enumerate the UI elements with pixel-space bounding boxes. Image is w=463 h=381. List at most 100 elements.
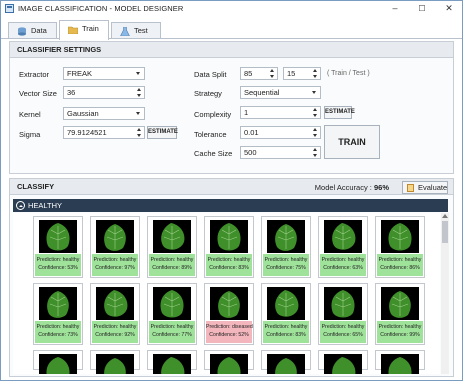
confidence-text: Confidence: 99% (380, 332, 420, 338)
prediction-label: Prediction: healthy Confidence: 86% (377, 254, 423, 276)
leaf-card[interactable] (147, 350, 197, 374)
strategy-select[interactable]: Sequential (240, 86, 321, 99)
confidence-text: Confidence: 63% (323, 265, 363, 271)
tab-train[interactable]: Train (59, 20, 109, 40)
leaf-card[interactable]: Prediction: diseased Confidence: 52% (204, 283, 254, 345)
train-button[interactable]: TRAIN (324, 125, 380, 159)
tolerance-stepper[interactable]: 0.01 (240, 126, 321, 139)
confidence-text: Confidence: 86% (380, 265, 420, 271)
sigma-label: Sigma (19, 130, 41, 139)
clipboard-icon (407, 184, 414, 192)
minimize-button[interactable]: – (385, 2, 405, 15)
leaf-card[interactable] (204, 350, 254, 374)
accuracy-label: Model Accuracy : (314, 183, 372, 192)
maximize-button[interactable]: ☐ (412, 2, 432, 15)
evaluate-button[interactable]: Evaluate (402, 181, 448, 194)
spinner-icon[interactable] (312, 128, 319, 137)
spinner-icon[interactable] (136, 88, 143, 97)
prediction-label: Prediction: healthy Confidence: 65% (320, 321, 366, 343)
tab-data[interactable]: Data (8, 22, 57, 39)
collapse-icon[interactable] (16, 201, 25, 210)
complexity-label: Complexity (194, 110, 232, 119)
leaf-card[interactable] (375, 350, 425, 374)
spinner-icon[interactable] (136, 128, 143, 137)
leaf-card[interactable] (261, 350, 311, 374)
classifier-settings-panel: CLASSIFIER SETTINGS Extractor FREAK Vect… (9, 41, 454, 174)
tolerance-label: Tolerance (194, 130, 227, 139)
scroll-up-icon[interactable] (442, 214, 448, 218)
database-icon (18, 27, 26, 36)
leaf-image (324, 287, 362, 320)
prediction-text: Prediction: healthy (36, 324, 80, 330)
complexity-estimate-button[interactable]: ESTIMATE (324, 106, 355, 119)
leaf-image (39, 354, 77, 374)
evaluate-label: Evaluate (418, 183, 448, 192)
chevron-down-icon (312, 91, 316, 94)
split-hint: ( Train / Test ) (327, 70, 370, 77)
leaf-image (267, 287, 305, 320)
leaf-card[interactable]: Prediction: healthy Confidence: 77% (147, 283, 197, 345)
leaf-card[interactable] (90, 350, 140, 374)
leaf-image (153, 354, 191, 374)
prediction-text: Prediction: healthy (207, 257, 251, 263)
scroll-thumb[interactable] (442, 221, 448, 243)
confidence-text: Confidence: 89% (152, 265, 192, 271)
leaf-card[interactable]: Prediction: healthy Confidence: 63% (318, 216, 368, 278)
accuracy-value: 96% (373, 183, 389, 192)
leaf-image (210, 287, 248, 320)
prediction-label: Prediction: healthy Confidence: 77% (149, 321, 195, 343)
leaf-card[interactable]: Prediction: healthy Confidence: 97% (90, 216, 140, 278)
confidence-text: Confidence: 92% (95, 332, 135, 338)
prediction-text: Prediction: healthy (321, 324, 365, 330)
test-split-stepper[interactable]: 15 (283, 67, 321, 80)
leaf-card[interactable]: Prediction: healthy Confidence: 75% (261, 216, 311, 278)
close-button[interactable]: ✕ (439, 2, 459, 15)
group-label: HEALTHY (28, 201, 63, 210)
kernel-value: Gaussian (67, 109, 99, 118)
train-split-value: 85 (244, 69, 253, 78)
cache-size-stepper[interactable]: 500 (240, 146, 321, 159)
tab-data-label: Data (31, 26, 47, 35)
leaf-image (39, 220, 77, 253)
classify-title: CLASSIFY (17, 182, 55, 191)
leaf-card[interactable]: Prediction: healthy Confidence: 83% (261, 283, 311, 345)
confidence-text: Confidence: 83% (266, 332, 306, 338)
chevron-down-icon (136, 112, 140, 115)
spinner-icon[interactable] (269, 69, 276, 78)
strategy-value: Sequential (244, 88, 280, 97)
sigma-stepper[interactable]: 79.9124521 (63, 126, 145, 139)
spinner-icon[interactable] (312, 69, 319, 78)
leaf-card[interactable]: Prediction: healthy Confidence: 92% (90, 283, 140, 345)
grid-scrollbar[interactable] (441, 213, 449, 374)
prediction-label: Prediction: healthy Confidence: 83% (206, 254, 252, 276)
leaf-card[interactable] (318, 350, 368, 374)
kernel-select[interactable]: Gaussian (63, 107, 145, 120)
spinner-icon[interactable] (312, 108, 319, 117)
prediction-label: Prediction: healthy Confidence: 73% (35, 321, 81, 343)
data-split-label: Data Split (194, 70, 227, 79)
extractor-value: FREAK (67, 69, 93, 78)
spinner-icon[interactable] (312, 148, 319, 157)
leaf-card[interactable]: Prediction: healthy Confidence: 86% (375, 216, 425, 278)
confidence-text: Confidence: 52% (209, 332, 249, 338)
extractor-select[interactable]: FREAK (63, 67, 145, 80)
leaf-card[interactable]: Prediction: healthy Confidence: 65% (318, 283, 368, 345)
model-accuracy: Model Accuracy : 96% (315, 183, 389, 192)
vector-size-stepper[interactable]: 36 (63, 86, 145, 99)
leaf-card[interactable]: Prediction: healthy Confidence: 99% (375, 283, 425, 345)
leaf-card[interactable]: Prediction: healthy Confidence: 89% (147, 216, 197, 278)
leaf-card[interactable]: Prediction: healthy Confidence: 53% (33, 216, 83, 278)
leaf-card[interactable] (33, 350, 83, 374)
tab-train-label: Train (82, 24, 99, 33)
train-split-stepper[interactable]: 85 (240, 67, 278, 80)
prediction-text: Prediction: healthy (264, 324, 308, 330)
leaf-image (39, 287, 77, 320)
complexity-stepper[interactable]: 1 (240, 106, 321, 119)
tab-test[interactable]: Test (111, 22, 161, 39)
sigma-estimate-button[interactable]: ESTIMATE (147, 126, 178, 139)
healthy-group-header[interactable]: HEALTHY (13, 199, 448, 212)
leaf-card[interactable]: Prediction: healthy Confidence: 73% (33, 283, 83, 345)
vector-size-label: Vector Size (19, 89, 57, 98)
chevron-down-icon (136, 72, 140, 75)
leaf-card[interactable]: Prediction: healthy Confidence: 83% (204, 216, 254, 278)
